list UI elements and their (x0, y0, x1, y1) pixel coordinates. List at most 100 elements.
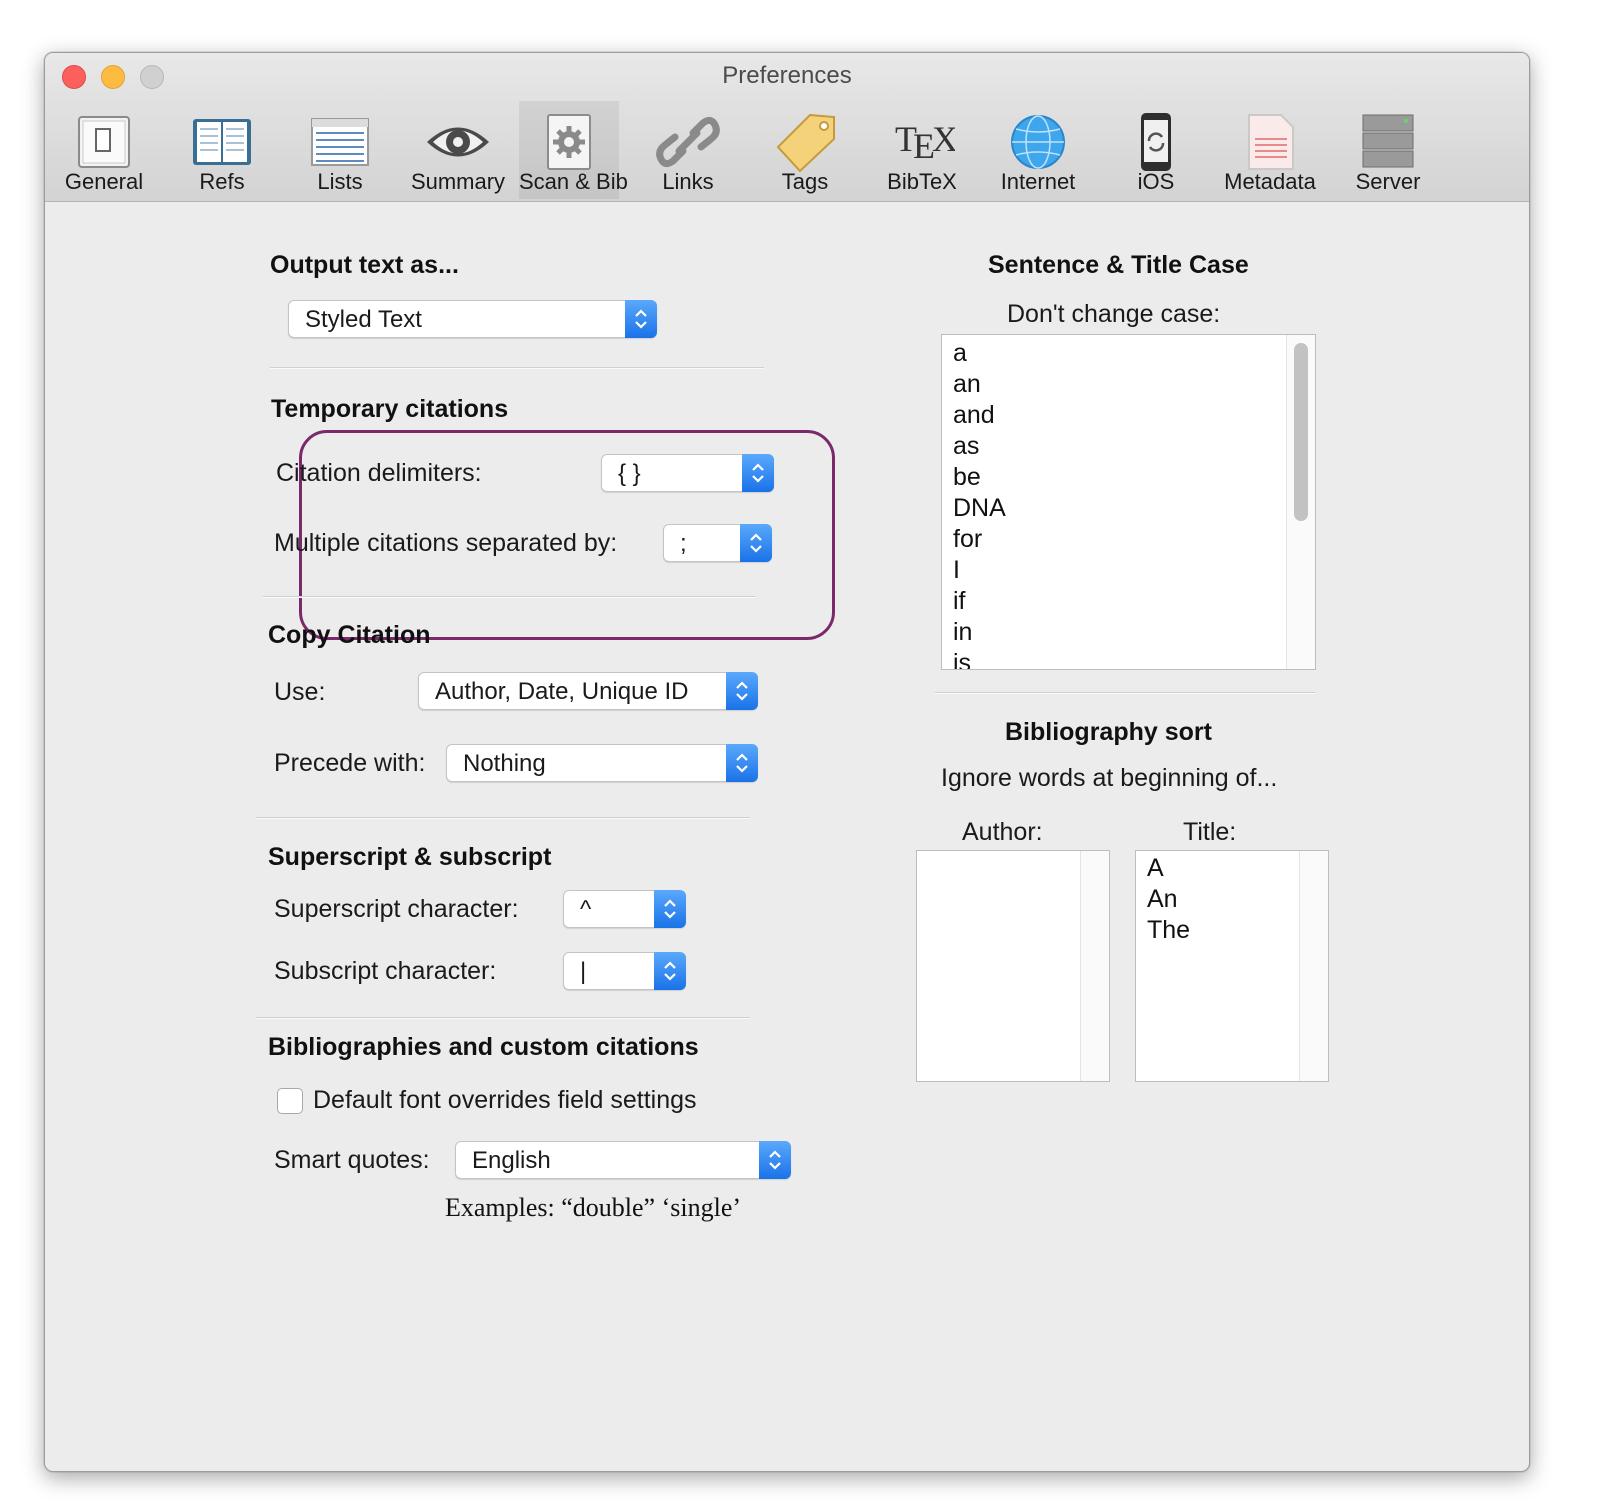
separator (935, 692, 1315, 694)
scrollbar[interactable] (1080, 851, 1109, 1081)
superscript-character-popup[interactable]: ^ (563, 890, 686, 928)
scrollbar-thumb[interactable] (1294, 343, 1308, 521)
list-item[interactable]: DNA (942, 493, 1315, 524)
tab-bibtex[interactable]: TEX BibTeX (863, 101, 981, 199)
smart-quotes-label: Smart quotes: (274, 1146, 430, 1174)
ignore-words-label: Ignore words at beginning of... (941, 764, 1278, 792)
superscript-character-value: ^ (580, 896, 592, 923)
smart-quotes-value: English (472, 1147, 551, 1174)
list-item[interactable]: as (942, 431, 1315, 462)
sentence-case-heading: Sentence & Title Case (988, 251, 1249, 279)
citation-delimiters-popup[interactable]: { } (601, 454, 774, 492)
tab-refs-label: Refs (199, 169, 245, 194)
chevron-updown-icon (759, 1141, 791, 1179)
author-ignore-list[interactable] (916, 850, 1110, 1082)
separator (256, 817, 750, 819)
scrollbar[interactable] (1286, 335, 1315, 669)
general-icon (78, 116, 130, 168)
copy-citation-use-value: Author, Date, Unique ID (435, 678, 689, 705)
output-format-popup[interactable]: Styled Text (288, 300, 657, 338)
list-item[interactable]: I (942, 555, 1315, 586)
tab-tags[interactable]: Tags (746, 101, 864, 199)
gear-document-icon (547, 114, 591, 170)
tab-lists-label: Lists (317, 169, 363, 194)
subscript-character-popup[interactable]: | (563, 952, 686, 990)
temporary-citations-heading: Temporary citations (271, 395, 509, 423)
default-font-checkbox[interactable] (277, 1088, 303, 1114)
tab-summary[interactable]: Summary (399, 101, 517, 199)
tab-server[interactable]: Server (1329, 101, 1447, 199)
subscript-character-label: Subscript character: (274, 957, 497, 985)
list-item[interactable]: in (942, 617, 1315, 648)
title-ignore-list[interactable]: A An The (1135, 850, 1329, 1082)
title-label: Title: (1183, 818, 1237, 846)
citation-delimiters-label: Citation delimiters: (276, 459, 482, 487)
copy-citation-heading: Copy Citation (268, 621, 431, 649)
tab-general[interactable]: General (45, 101, 163, 199)
chevron-updown-icon (742, 454, 774, 492)
chevron-updown-icon (726, 744, 758, 782)
author-label: Author: (962, 818, 1043, 846)
output-heading: Output text as... (270, 251, 459, 279)
precede-with-value: Nothing (463, 750, 546, 777)
list-icon (311, 118, 369, 166)
phone-sync-icon (1141, 113, 1171, 171)
list-item[interactable]: an (942, 369, 1315, 400)
chevron-updown-icon (726, 672, 758, 710)
scrollbar[interactable] (1299, 851, 1328, 1081)
smart-quotes-examples: Examples: “double” ‘single’ (445, 1193, 742, 1222)
tab-metadata[interactable]: Metadata (1211, 101, 1329, 199)
citation-delimiters-value: { } (618, 460, 641, 487)
tex-icon: TEX (895, 119, 955, 166)
tab-general-label: General (64, 169, 144, 194)
tag-icon (776, 113, 835, 173)
tab-summary-label: Summary (410, 169, 506, 194)
tab-links[interactable]: Links (629, 101, 747, 199)
list-item[interactable]: is (942, 648, 1315, 669)
tab-refs[interactable]: Refs (163, 101, 281, 199)
list-item[interactable]: and (942, 400, 1315, 431)
book-icon (193, 119, 251, 165)
tab-lists[interactable]: Lists (281, 101, 399, 199)
list-item[interactable]: for (942, 524, 1315, 555)
dont-change-case-label: Don't change case: (1007, 300, 1221, 328)
citation-separator-value: ; (680, 530, 687, 557)
list-item[interactable]: if (942, 586, 1315, 617)
chevron-updown-icon (654, 890, 686, 928)
eye-icon (427, 127, 489, 157)
tab-ios[interactable]: iOS (1097, 101, 1215, 199)
tab-bibtex-label: BibTeX (887, 169, 957, 194)
list-item[interactable]: a (942, 338, 1315, 369)
separator (263, 596, 755, 598)
chevron-updown-icon (625, 300, 657, 338)
globe-icon (1011, 115, 1065, 169)
default-font-label[interactable]: Default font overrides field settings (313, 1086, 697, 1115)
bibliography-sort-heading: Bibliography sort (1005, 718, 1212, 746)
tex-logo: TEX (895, 119, 955, 166)
smart-quotes-popup[interactable]: English (455, 1141, 791, 1179)
separator (256, 1017, 750, 1019)
tab-scan-bib[interactable]: Scan & Bib (519, 101, 628, 199)
precede-with-popup[interactable]: Nothing (446, 744, 758, 782)
tab-links-label: Links (662, 169, 714, 194)
list-item[interactable]: be (942, 462, 1315, 493)
tab-metadata-label: Metadata (1224, 169, 1316, 194)
bibliographies-heading: Bibliographies and custom citations (268, 1033, 699, 1061)
titlebar: Preferences General Refs Lists Summary S… (45, 53, 1529, 202)
citation-separator-popup[interactable]: ; (663, 524, 772, 562)
tab-scan-bib-label: Scan & Bib (519, 169, 628, 194)
tab-server-label: Server (1355, 169, 1421, 194)
superscript-character-label: Superscript character: (274, 895, 519, 923)
dont-change-case-list[interactable]: a an and as be DNA for Iif in is (941, 334, 1316, 670)
window-title: Preferences (722, 62, 852, 89)
tab-internet-label: Internet (1000, 169, 1076, 194)
precede-with-label: Precede with: (274, 749, 426, 777)
tab-tags-label: Tags (781, 169, 829, 194)
copy-citation-use-popup[interactable]: Author, Date, Unique ID (418, 672, 758, 710)
superscript-heading: Superscript & subscript (268, 843, 552, 871)
case-words-container: a an and as be DNA for Iif in is (942, 335, 1315, 669)
preferences-window: Preferences General Refs Lists Summary S… (44, 52, 1530, 1472)
output-format-value: Styled Text (305, 306, 422, 333)
subscript-character-value: | (580, 958, 587, 985)
tab-internet[interactable]: Internet (979, 101, 1097, 199)
